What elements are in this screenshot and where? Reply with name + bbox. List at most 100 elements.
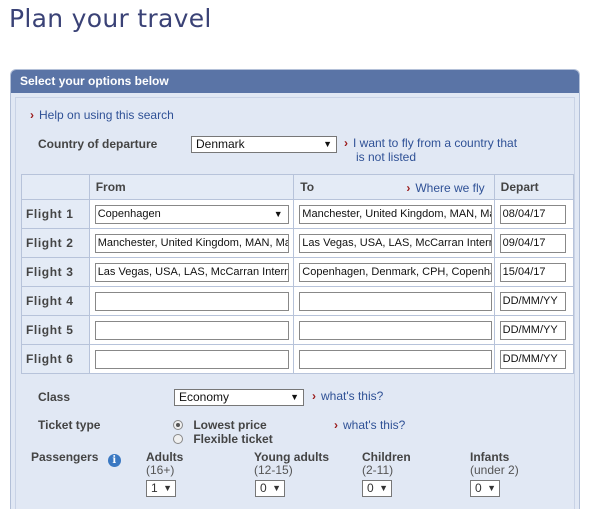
to-input[interactable] — [299, 321, 493, 340]
header-to: To › Where we fly — [293, 174, 495, 200]
infants-select[interactable]: 0 ▼ — [470, 480, 500, 497]
adults-select[interactable]: 1 ▼ — [146, 480, 176, 497]
passengers-label: Passengers — [31, 450, 99, 464]
from-cell — [88, 286, 295, 316]
ticket-whats-this-link[interactable]: › what's this? — [334, 418, 405, 432]
other-country-link-line2[interactable]: is not listed — [356, 150, 416, 164]
flight-label: Flight 5 — [21, 315, 90, 345]
table-header-row: From To › Where we fly Depart — [21, 174, 575, 200]
flight-label: Flight 6 — [21, 344, 90, 374]
chevron-right-icon: › — [30, 108, 34, 122]
to-cell: Las Vegas, USA, LAS, McCarran Intern — [293, 228, 495, 258]
infants-label: Infants — [470, 450, 510, 464]
to-cell: Manchester, United Kingdom, MAN, Ma — [293, 199, 495, 229]
ticket-type-label: Ticket type — [38, 418, 101, 432]
flight-label: Flight 3 — [21, 257, 90, 287]
to-input[interactable] — [299, 292, 493, 311]
chevron-right-icon: › — [406, 181, 411, 195]
table-row: Flight 3 Las Vegas, USA, LAS, McCarran I… — [21, 257, 575, 287]
dropdown-arrow-icon: ▼ — [163, 483, 172, 493]
class-select[interactable]: Economy ▼ — [174, 389, 304, 406]
infants-sub: (under 2) — [470, 463, 519, 477]
flexible-ticket-label: Flexible ticket — [193, 432, 273, 446]
children-label: Children — [362, 450, 411, 464]
from-input[interactable] — [94, 350, 289, 369]
dropdown-arrow-icon: ▼ — [272, 483, 281, 493]
depart-cell: 15/04/17 — [493, 257, 575, 287]
to-cell — [293, 286, 495, 316]
help-link[interactable]: › Help on using this search — [30, 108, 174, 122]
chevron-right-icon: › — [312, 389, 316, 403]
passengers-heading: Passengers i — [31, 450, 121, 467]
panel-header: Select your options below — [11, 70, 579, 93]
to-cell: Copenhagen, Denmark, CPH, Copenha — [293, 257, 495, 287]
to-cell — [293, 344, 495, 374]
header-from: From — [88, 174, 295, 200]
table-row: Flight 5 DD/MM/YY — [21, 315, 575, 345]
to-input[interactable]: Manchester, United Kingdom, MAN, Ma — [299, 205, 493, 224]
dropdown-arrow-icon: ▼ — [290, 392, 299, 402]
adults-value: 1 — [151, 481, 158, 495]
children-select[interactable]: 0 ▼ — [362, 480, 392, 497]
flights-table: From To › Where we fly Depart Flight 1 Co… — [21, 174, 575, 374]
class-value: Economy — [179, 390, 230, 404]
depart-input[interactable]: DD/MM/YY — [499, 350, 566, 369]
depart-cell: 08/04/17 — [493, 199, 575, 229]
flexible-ticket-radio[interactable]: Flexible ticket — [173, 432, 273, 446]
young-adults-value: 0 — [260, 481, 267, 495]
dropdown-arrow-icon: ▼ — [323, 139, 332, 149]
lowest-price-radio[interactable]: Lowest price — [173, 418, 267, 432]
departure-label: Country of departure — [38, 137, 158, 151]
to-input[interactable]: Copenhagen, Denmark, CPH, Copenha — [299, 263, 493, 282]
depart-input[interactable]: 09/04/17 — [499, 234, 566, 253]
from-cell: Manchester, United Kingdom, MAN, Ma — [88, 228, 295, 258]
depart-cell: DD/MM/YY — [493, 286, 575, 316]
young-adults-sub: (12-15) — [254, 463, 293, 477]
adults-sub: (16+) — [146, 463, 175, 477]
depart-input[interactable]: 08/04/17 — [499, 205, 566, 224]
from-cell — [88, 344, 295, 374]
from-input[interactable]: Las Vegas, USA, LAS, McCarran Intern — [94, 263, 289, 282]
table-row: Flight 6 DD/MM/YY — [21, 344, 575, 374]
young-adults-select[interactable]: 0 ▼ — [255, 480, 285, 497]
page-title: Plan your travel — [9, 4, 212, 33]
table-row: Flight 1 Copenhagen ▼ Manchester, United… — [21, 199, 575, 229]
dropdown-arrow-icon: ▼ — [273, 209, 283, 219]
header-depart: Depart — [493, 174, 575, 200]
infants-value: 0 — [475, 481, 482, 495]
depart-input[interactable]: 15/04/17 — [499, 263, 566, 282]
class-label: Class — [38, 390, 71, 404]
lowest-price-label: Lowest price — [193, 418, 267, 432]
from-input[interactable]: Manchester, United Kingdom, MAN, Ma — [94, 234, 289, 253]
from-select[interactable]: Copenhagen ▼ — [94, 205, 289, 224]
info-icon[interactable]: i — [107, 454, 121, 467]
from-input[interactable] — [94, 321, 289, 340]
search-panel: Select your options below › Help on using… — [10, 69, 580, 509]
children-value: 0 — [367, 481, 374, 495]
table-row: Flight 4 DD/MM/YY — [21, 286, 575, 316]
from-cell: Las Vegas, USA, LAS, McCarran Intern — [88, 257, 295, 287]
flight-label: Flight 2 — [21, 228, 90, 258]
from-value: Copenhagen — [97, 208, 161, 220]
to-cell — [293, 315, 495, 345]
table-row: Flight 2 Manchester, United Kingdom, MAN… — [21, 228, 575, 258]
departure-country-select[interactable]: Denmark ▼ — [191, 136, 337, 153]
flight-label: Flight 4 — [21, 286, 90, 316]
to-input[interactable] — [299, 350, 493, 369]
departure-country-value: Denmark — [196, 137, 245, 151]
depart-input[interactable]: DD/MM/YY — [499, 292, 566, 311]
flight-label: Flight 1 — [21, 199, 90, 229]
young-adults-label: Young adults — [254, 450, 330, 464]
adults-label: Adults — [146, 450, 184, 464]
class-whats-this-link[interactable]: › what's this? — [312, 389, 383, 403]
to-input[interactable]: Las Vegas, USA, LAS, McCarran Intern — [299, 234, 493, 253]
other-country-link[interactable]: › I want to fly from a country that — [344, 136, 517, 150]
header-to-label: To — [300, 180, 315, 194]
from-input[interactable] — [94, 292, 289, 311]
where-we-fly-link[interactable]: › Where we fly — [406, 181, 484, 195]
chevron-right-icon: › — [344, 136, 348, 150]
depart-input[interactable]: DD/MM/YY — [499, 321, 566, 340]
depart-cell: DD/MM/YY — [493, 344, 575, 374]
depart-cell: 09/04/17 — [493, 228, 575, 258]
chevron-right-icon: › — [334, 418, 338, 432]
